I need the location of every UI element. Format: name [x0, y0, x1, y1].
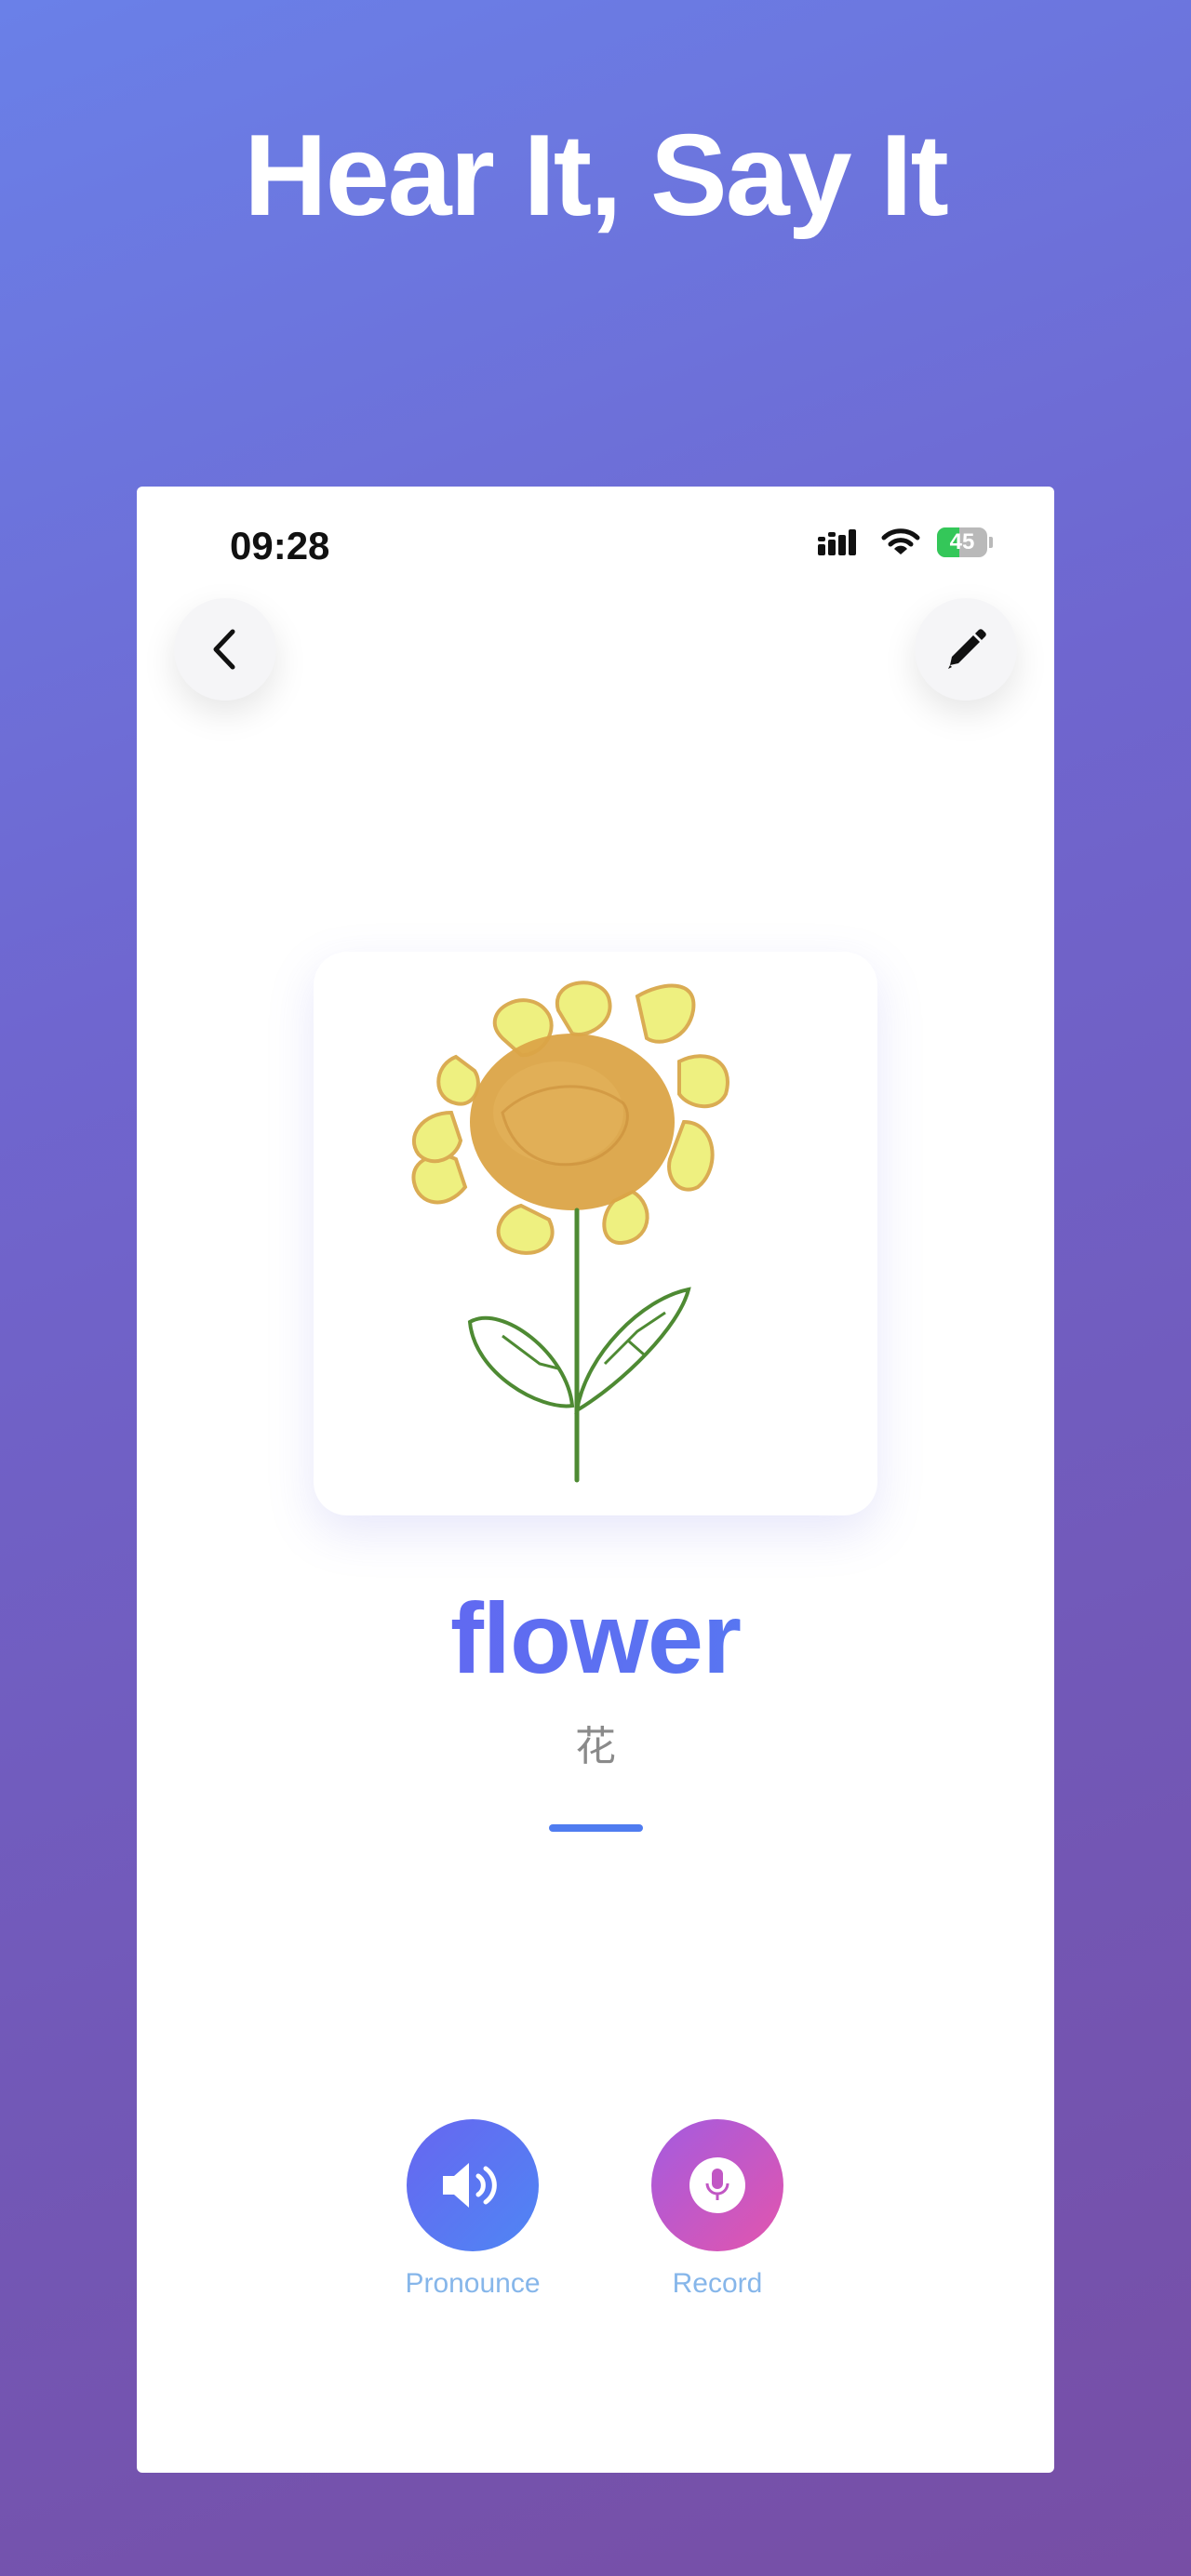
- sunflower-drawing: [411, 981, 729, 1483]
- page-headline: Hear It, Say It: [244, 112, 949, 240]
- pencil-icon: [948, 629, 986, 669]
- chevron-left-icon: [213, 629, 235, 670]
- status-time: 09:28: [230, 524, 330, 567]
- phone-screen: 09:28 45 flower 花 Pronounce Record: [137, 487, 1054, 2473]
- pronounce-action: Pronounce: [394, 2119, 552, 2300]
- word-underline: [549, 1824, 643, 1832]
- word-image-card: [314, 952, 877, 1515]
- record-button[interactable]: [651, 2119, 783, 2251]
- pronounce-label: Pronounce: [405, 2268, 541, 2299]
- battery-cap: [989, 537, 993, 548]
- vocabulary-word: flower: [137, 1580, 1054, 1696]
- cellular-signal-icon: [818, 529, 856, 555]
- wifi-icon: [881, 528, 920, 554]
- record-label: Record: [672, 2268, 763, 2299]
- back-button[interactable]: [174, 598, 276, 701]
- microphone-icon: [689, 2157, 745, 2213]
- speaker-icon: [443, 2163, 497, 2208]
- edit-button[interactable]: [915, 598, 1017, 701]
- battery-text: 45: [949, 529, 975, 554]
- pronounce-button[interactable]: [407, 2119, 539, 2251]
- word-translation: 花: [575, 1723, 616, 1770]
- status-icons: 45: [818, 527, 993, 557]
- record-action: Record: [638, 2119, 796, 2300]
- battery-icon: 45: [937, 527, 987, 557]
